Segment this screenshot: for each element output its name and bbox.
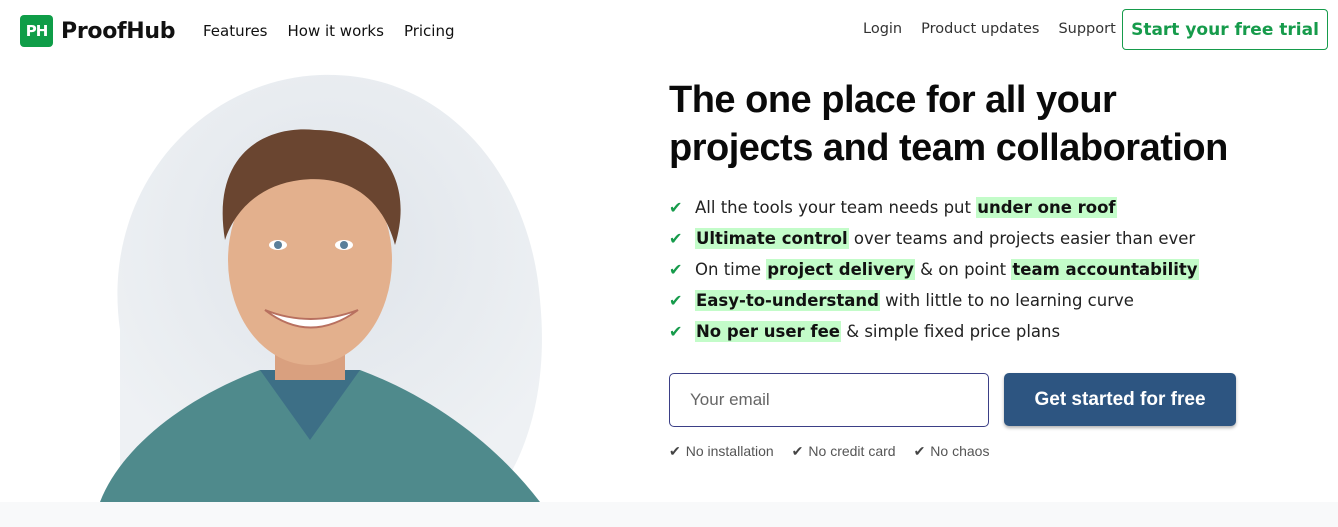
hero-person-image [100, 74, 542, 502]
next-section-band [0, 502, 1338, 527]
plain-text: & on point [914, 260, 1012, 279]
check-icon: ✔ [669, 443, 681, 459]
feature-item: ✔ All the tools your team needs put under… [669, 192, 1199, 223]
nav-link-pricing[interactable]: Pricing [404, 22, 455, 40]
logo-text: ProofHub [61, 18, 176, 44]
nav-link-product-updates[interactable]: Product updates [921, 21, 1039, 37]
feature-item: ✔ No per user fee & simple fixed price pl… [669, 316, 1199, 347]
check-icon: ✔ [669, 229, 683, 248]
secondary-nav: Login Product updates Support [863, 21, 1116, 37]
top-nav: PH ProofHub Features How it works Pricin… [0, 0, 1338, 62]
feature-text: All the tools your team needs put under … [695, 197, 1117, 218]
start-free-trial-button[interactable]: Start your free trial [1122, 9, 1328, 50]
feature-list: ✔ All the tools your team needs put under… [669, 192, 1199, 347]
plain-text: & simple fixed price plans [840, 322, 1061, 341]
check-icon: ✔ [791, 443, 804, 459]
feature-item: ✔ Easy-to-understand with little to no le… [669, 285, 1199, 316]
feature-text: Easy-to-understand with little to no lea… [695, 290, 1134, 311]
perks-list: ✔ No installation ✔ No credit card ✔ No cha… [669, 443, 989, 460]
highlight: No per user fee [695, 321, 841, 342]
check-icon: ✔ [669, 322, 683, 341]
feature-item: ✔ On time project delivery & on point tea… [669, 254, 1199, 285]
check-icon: ✔ [913, 443, 926, 459]
highlight: Ultimate control [695, 228, 849, 249]
plain-text: with little to no learning curve [879, 291, 1134, 310]
plain-text: On time [695, 260, 767, 279]
plain-text: All the tools your team needs put [695, 198, 977, 217]
check-icon: ✔ [669, 260, 683, 279]
primary-nav: Features How it works Pricing [203, 22, 455, 40]
feature-text: Ultimate control over teams and projects… [695, 228, 1196, 249]
perk-item: ✔ No installation [669, 443, 774, 459]
feature-text: No per user fee & simple fixed price pla… [695, 321, 1061, 342]
nav-link-features[interactable]: Features [203, 22, 268, 40]
feature-text: On time project delivery & on point team… [695, 259, 1199, 280]
logo-mark-icon: PH [20, 15, 53, 47]
check-icon: ✔ [669, 291, 683, 310]
nav-link-login[interactable]: Login [863, 21, 902, 37]
highlight: under one roof [976, 197, 1117, 218]
email-input[interactable] [669, 373, 989, 427]
check-icon: ✔ [669, 198, 683, 217]
nav-link-how-it-works[interactable]: How it works [288, 22, 384, 40]
plain-text: over teams and projects easier than ever [848, 229, 1196, 248]
nav-link-support[interactable]: Support [1058, 21, 1115, 37]
logo[interactable]: PH ProofHub [20, 15, 176, 47]
highlight: team accountability [1011, 259, 1199, 280]
highlight: project delivery [766, 259, 915, 280]
hero-headline: The one place for all your projects and … [669, 79, 1228, 169]
get-started-button[interactable]: Get started for free [1004, 373, 1236, 426]
feature-item: ✔ Ultimate control over teams and project… [669, 223, 1199, 254]
perk-item: ✔ No credit card [791, 443, 896, 459]
highlight: Easy-to-understand [695, 290, 880, 311]
perk-item: ✔ No chaos [913, 443, 990, 459]
